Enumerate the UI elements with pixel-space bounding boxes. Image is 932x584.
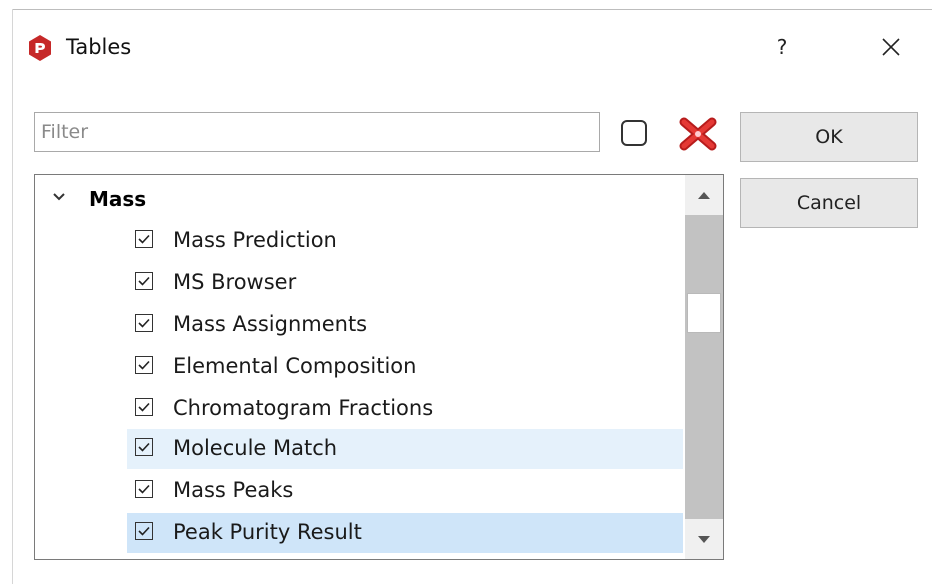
window-border-left (12, 9, 13, 584)
tree-item[interactable]: Chromatogram Fractions (127, 389, 683, 429)
help-button[interactable]: ? (770, 32, 794, 62)
item-checkbox[interactable] (135, 272, 153, 290)
tree-item[interactable]: Peak Purity Result (127, 513, 683, 553)
tables-dialog: Tables ? OK Cancel Mass Mass Prediction (0, 0, 932, 584)
delete-x-icon[interactable] (676, 114, 720, 154)
tree-item[interactable]: Elemental Composition (127, 347, 683, 387)
select-all-checkbox[interactable] (621, 120, 647, 146)
item-checkbox[interactable] (135, 438, 153, 456)
item-checkbox[interactable] (135, 356, 153, 374)
tree-item-label: Elemental Composition (173, 354, 417, 378)
item-checkbox[interactable] (135, 398, 153, 416)
chevron-down-icon[interactable] (51, 189, 67, 205)
tree-item-label: Mass Assignments (173, 312, 368, 336)
close-button[interactable] (876, 32, 906, 62)
tree-item[interactable]: Mass Prediction (127, 221, 683, 261)
tree-group-mass[interactable]: Mass (35, 181, 685, 217)
tree-item[interactable]: Molecule Match (127, 429, 683, 469)
scrollbar-thumb[interactable] (687, 293, 721, 333)
tree-item-label: Chromatogram Fractions (173, 396, 434, 420)
item-checkbox[interactable] (135, 314, 153, 332)
vertical-scrollbar[interactable] (685, 175, 723, 559)
tree-item[interactable]: Mass Assignments (127, 305, 683, 345)
tree-item-label: Mass Peaks (173, 478, 294, 502)
window-border-top (12, 9, 932, 10)
item-checkbox[interactable] (135, 480, 153, 498)
tree-item-label: MS Browser (173, 270, 297, 294)
tree-item[interactable]: Mass Peaks (127, 471, 683, 511)
close-icon (882, 38, 900, 56)
tree-group-label: Mass (89, 187, 147, 211)
dialog-title: Tables (66, 35, 132, 59)
tree-item-label: Peak Purity Result (173, 520, 362, 544)
arrow-up-icon (698, 192, 710, 199)
app-logo-icon (29, 35, 51, 61)
scroll-down-button[interactable] (685, 519, 723, 559)
tree-item-label: Molecule Match (173, 436, 338, 460)
filter-input[interactable] (34, 112, 600, 152)
tree-item[interactable]: MS Browser (127, 263, 683, 303)
arrow-down-icon (698, 536, 710, 543)
tables-tree: Mass Mass Prediction MS Browser Mass Ass… (34, 174, 724, 560)
item-checkbox[interactable] (135, 522, 153, 540)
scroll-up-button[interactable] (685, 175, 723, 215)
item-checkbox[interactable] (135, 230, 153, 248)
tree-item-label: Mass Prediction (173, 228, 337, 252)
ok-button[interactable]: OK (740, 112, 918, 162)
cancel-button[interactable]: Cancel (740, 178, 918, 228)
